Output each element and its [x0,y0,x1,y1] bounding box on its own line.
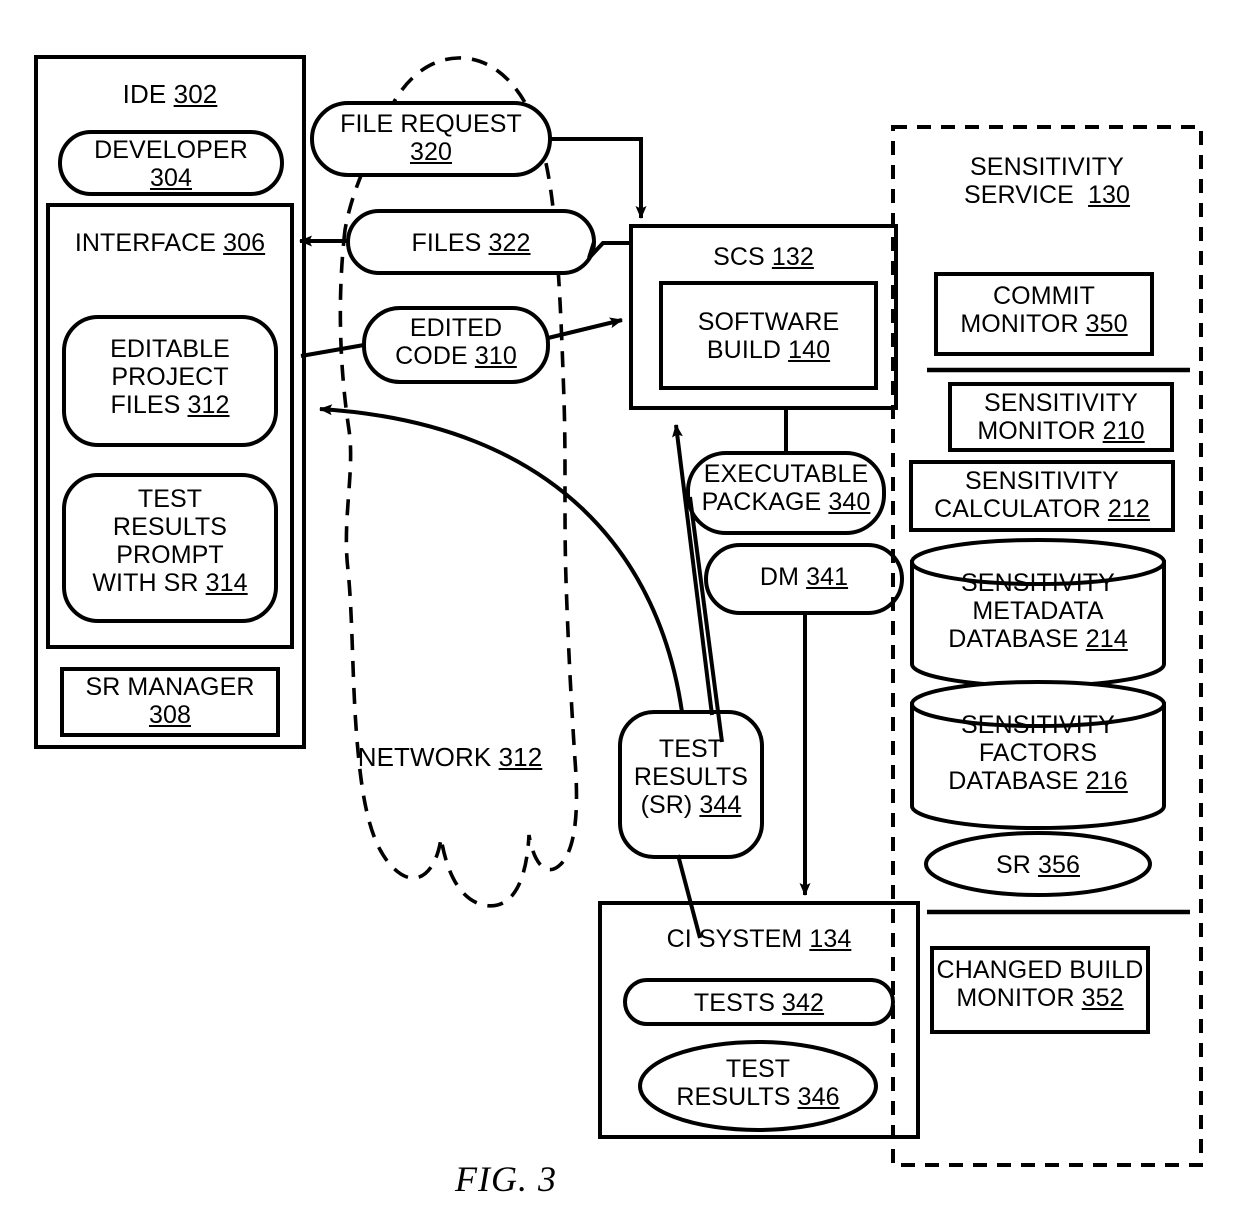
connector-file-request-to-scs [550,137,647,219]
sensitivity-monitor-box [948,382,1174,452]
sensitivity-metadata-db-cylinder [910,538,1166,688]
figure-caption: FIG. 3 [455,1159,557,1199]
diagram-canvas [34,55,1203,1167]
sensitivity-factors-db-cylinder [910,680,1166,830]
file-request-box [310,101,552,177]
connector-edited-code-to-scs [547,317,623,340]
connector-project-files-to-edited-code [300,343,365,358]
tests-box [623,978,895,1026]
dm-box [704,543,904,615]
test-results-sr-box [618,710,764,859]
patent-figure-3: IDE 302 DEVELOPER 304 INTERFACE 306 EDIT… [0,0,1240,1231]
network-cloud [338,56,579,908]
sr-356-ellipse [924,831,1152,897]
changed-build-monitor-box [930,946,1150,1034]
editable-project-files-box [62,315,278,447]
software-build-box [659,281,878,390]
executable-package-box [686,451,886,535]
connector-scs-to-files [587,241,631,260]
sr-manager-box [60,667,280,737]
test-results-ellipse [638,1040,878,1132]
connector-test-results-to-project-files [319,404,684,713]
sensitivity-calculator-box [909,460,1175,532]
commit-monitor-box [934,272,1154,356]
edited-code-box [362,306,550,384]
files-box [346,209,596,275]
test-results-prompt-box [62,473,278,623]
developer-box [58,130,284,196]
